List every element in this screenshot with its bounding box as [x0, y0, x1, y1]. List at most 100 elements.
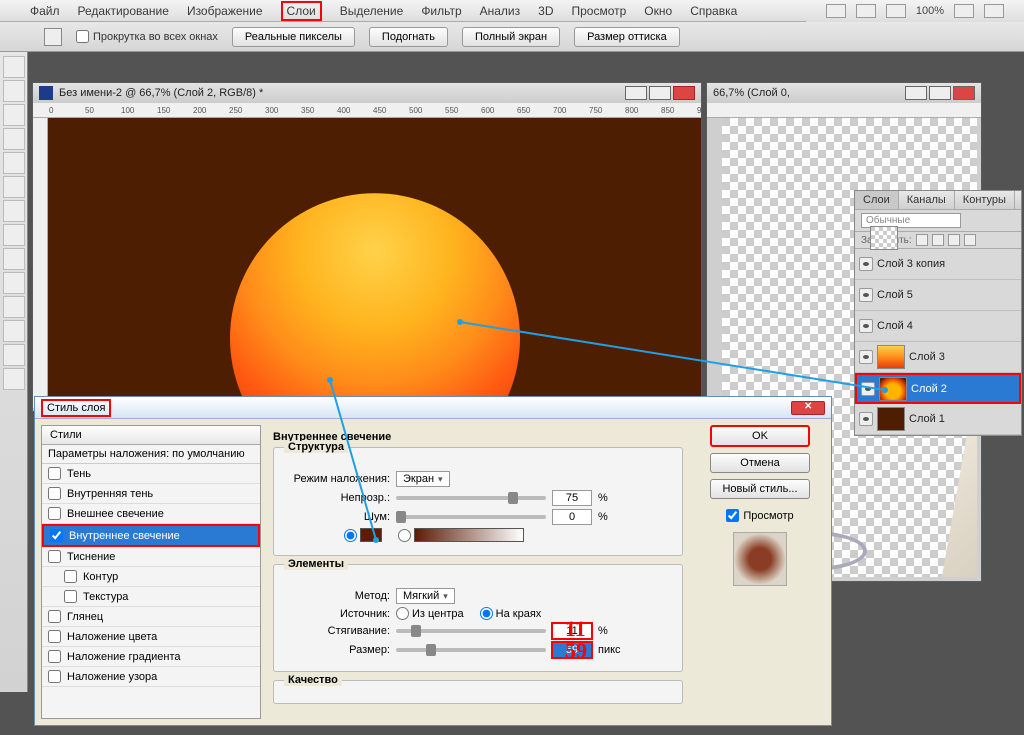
bridge-icon[interactable]: [826, 4, 846, 18]
menu-select[interactable]: Выделение: [340, 4, 404, 18]
menu-3d[interactable]: 3D: [538, 4, 553, 18]
effect-item[interactable]: Текстура: [42, 587, 260, 607]
effect-item[interactable]: Наложение узора: [42, 667, 260, 687]
visibility-icon[interactable]: [859, 257, 873, 271]
lock-all-icon[interactable]: [964, 234, 976, 246]
layer-row[interactable]: Слой 2: [855, 373, 1021, 404]
marquee-tool-icon[interactable]: [3, 80, 25, 102]
color-radio[interactable]: [344, 528, 382, 542]
eraser-tool-icon[interactable]: [3, 248, 25, 270]
minimize-icon[interactable]: [905, 86, 927, 100]
dialog-close-icon[interactable]: [791, 401, 825, 415]
menu-help[interactable]: Справка: [690, 4, 737, 18]
styles-heading[interactable]: Стили: [42, 426, 260, 445]
method-select[interactable]: Мягкий: [396, 588, 455, 604]
effect-checkbox[interactable]: [48, 610, 61, 623]
effect-checkbox[interactable]: [48, 507, 61, 520]
scroll-all-checkbox[interactable]: Прокрутка во всех окнах: [76, 30, 218, 43]
effect-checkbox[interactable]: [48, 650, 61, 663]
color-swatch[interactable]: [360, 528, 382, 542]
ok-button[interactable]: OK: [710, 425, 810, 447]
minimize-icon[interactable]: [625, 86, 647, 100]
lock-transparent-icon[interactable]: [916, 234, 928, 246]
menu-analysis[interactable]: Анализ: [480, 4, 521, 18]
visibility-icon[interactable]: [861, 382, 875, 396]
lock-position-icon[interactable]: [948, 234, 960, 246]
shape-tool-icon[interactable]: [3, 320, 25, 342]
source-center-radio[interactable]: Из центра: [396, 607, 464, 620]
menu-file[interactable]: Файл: [30, 4, 60, 18]
layer-row[interactable]: Слой 4: [855, 311, 1021, 342]
fullscreen-button[interactable]: Полный экран: [462, 27, 560, 47]
wand-tool-icon[interactable]: [3, 128, 25, 150]
effect-item[interactable]: Внутренняя тень: [42, 484, 260, 504]
effect-checkbox[interactable]: [48, 487, 61, 500]
mb-icon[interactable]: [856, 4, 876, 18]
menu-filter[interactable]: Фильтр: [421, 4, 461, 18]
menu-image[interactable]: Изображение: [187, 4, 263, 18]
doc2-titlebar[interactable]: 66,7% (Слой 0,: [707, 83, 981, 103]
hand-tool-icon[interactable]: [3, 344, 25, 366]
zoom-tool-icon[interactable]: [3, 368, 25, 390]
effect-item[interactable]: Наложение цвета: [42, 627, 260, 647]
effect-checkbox[interactable]: [48, 670, 61, 683]
menu-view[interactable]: Просмотр: [571, 4, 626, 18]
visibility-icon[interactable]: [859, 412, 873, 426]
effect-item[interactable]: Контур: [42, 567, 260, 587]
size-slider[interactable]: [396, 648, 546, 652]
close-icon[interactable]: [673, 86, 695, 100]
visibility-icon[interactable]: [859, 319, 873, 333]
print-size-button[interactable]: Размер оттиска: [574, 27, 680, 47]
close-icon[interactable]: [953, 86, 975, 100]
move-tool-icon[interactable]: [3, 56, 25, 78]
eyedropper-tool-icon[interactable]: [3, 176, 25, 198]
lock-pixels-icon[interactable]: [932, 234, 944, 246]
layer-row[interactable]: Слой 3: [855, 342, 1021, 373]
workspace-icon[interactable]: [984, 4, 1004, 18]
effect-checkbox[interactable]: [48, 467, 61, 480]
noise-input[interactable]: [552, 509, 592, 525]
effect-checkbox[interactable]: [64, 570, 77, 583]
effect-item[interactable]: Наложение градиента: [42, 647, 260, 667]
effect-item[interactable]: Внешнее свечение: [42, 504, 260, 524]
layer-row[interactable]: Слой 3 копия: [855, 249, 1021, 280]
noise-slider[interactable]: [396, 515, 546, 519]
doc1-canvas[interactable]: [48, 118, 701, 408]
maximize-icon[interactable]: [649, 86, 671, 100]
crop-tool-icon[interactable]: [3, 152, 25, 174]
stamp-tool-icon[interactable]: [3, 224, 25, 246]
blend-mode-select[interactable]: Экран: [396, 471, 450, 487]
effect-checkbox[interactable]: [50, 529, 63, 542]
effect-checkbox[interactable]: [48, 630, 61, 643]
preview-checkbox[interactable]: Просмотр: [726, 509, 793, 522]
effect-item[interactable]: Внутреннее свечение: [42, 524, 260, 547]
choke-slider[interactable]: [396, 629, 546, 633]
fit-button[interactable]: Подогнать: [369, 27, 448, 47]
menu-edit[interactable]: Редактирование: [78, 4, 169, 18]
tab-layers[interactable]: Слои: [855, 191, 899, 209]
visibility-icon[interactable]: [859, 288, 873, 302]
tab-paths[interactable]: Контуры: [955, 191, 1015, 209]
menu-window[interactable]: Окно: [644, 4, 672, 18]
brush-tool-icon[interactable]: [3, 200, 25, 222]
gradient-bar[interactable]: [414, 528, 524, 542]
effect-checkbox[interactable]: [64, 590, 77, 603]
tab-channels[interactable]: Каналы: [899, 191, 955, 209]
zoom-indicator[interactable]: 100%: [916, 5, 944, 17]
text-tool-icon[interactable]: [3, 296, 25, 318]
blending-defaults[interactable]: Параметры наложения: по умолчанию: [42, 445, 260, 464]
cancel-button[interactable]: Отмена: [710, 453, 810, 473]
screen-mode-icon[interactable]: [886, 4, 906, 18]
doc1-titlebar[interactable]: Без имени-2 @ 66,7% (Слой 2, RGB/8) *: [33, 83, 701, 103]
layer-row[interactable]: Слой 1: [855, 404, 1021, 435]
new-style-button[interactable]: Новый стиль...: [710, 479, 810, 499]
opacity-input[interactable]: [552, 490, 592, 506]
effect-item[interactable]: Тень: [42, 464, 260, 484]
effect-item[interactable]: Глянец: [42, 607, 260, 627]
dialog-titlebar[interactable]: Стиль слоя: [35, 397, 831, 419]
menu-layers[interactable]: Слои: [281, 1, 322, 21]
layer-row[interactable]: Слой 5: [855, 280, 1021, 311]
opacity-slider[interactable]: [396, 496, 546, 500]
maximize-icon[interactable]: [929, 86, 951, 100]
effect-item[interactable]: Тиснение: [42, 547, 260, 567]
